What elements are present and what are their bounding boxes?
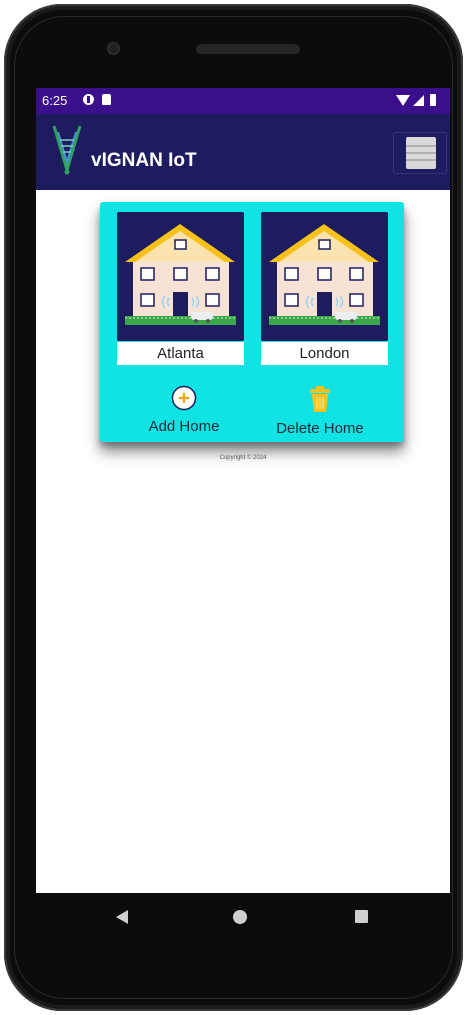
system-navigation-bar	[36, 893, 450, 943]
front-camera	[107, 42, 120, 55]
status-bar: 6:25	[36, 88, 450, 114]
status-right-icons	[396, 94, 444, 108]
back-icon[interactable]	[116, 910, 128, 924]
add-home-button[interactable]: Add Home	[129, 385, 239, 435]
signal-icon	[413, 95, 424, 106]
add-home-label: Add Home	[148, 418, 220, 435]
sd-card-icon	[102, 94, 111, 105]
app-screen: 6:25 vIGNAN IoT Atlanta London Add Home …	[36, 88, 450, 893]
home-name: London	[261, 342, 388, 365]
home-image	[117, 212, 244, 341]
delete-home-label: Delete Home	[276, 420, 364, 437]
home-card-london[interactable]: London	[261, 212, 388, 366]
plus-circle-icon	[171, 385, 197, 411]
house-icon	[125, 224, 236, 325]
home-icon[interactable]	[233, 910, 247, 924]
delete-home-button[interactable]: Delete Home	[265, 385, 375, 437]
copyright-text: Copyright © 2024	[219, 455, 267, 461]
data-saver-icon	[83, 94, 94, 105]
battery-icon	[430, 94, 436, 106]
house-icon	[269, 224, 380, 325]
app-title: vIGNAN IoT	[91, 150, 197, 171]
menu-button[interactable]	[393, 132, 447, 174]
app-bar: vIGNAN IoT	[36, 114, 450, 190]
home-name: Atlanta	[117, 342, 244, 365]
vignan-logo-icon	[52, 125, 82, 176]
homes-panel: Atlanta London Add Home Delete Home	[100, 202, 404, 442]
home-image	[261, 212, 388, 341]
wifi-icon	[396, 95, 410, 106]
hamburger-menu-icon	[406, 137, 436, 169]
earpiece-speaker	[196, 44, 300, 54]
trash-icon	[310, 386, 330, 412]
recents-icon[interactable]	[355, 910, 368, 923]
status-time: 6:25	[42, 93, 68, 108]
home-card-atlanta[interactable]: Atlanta	[117, 212, 244, 366]
